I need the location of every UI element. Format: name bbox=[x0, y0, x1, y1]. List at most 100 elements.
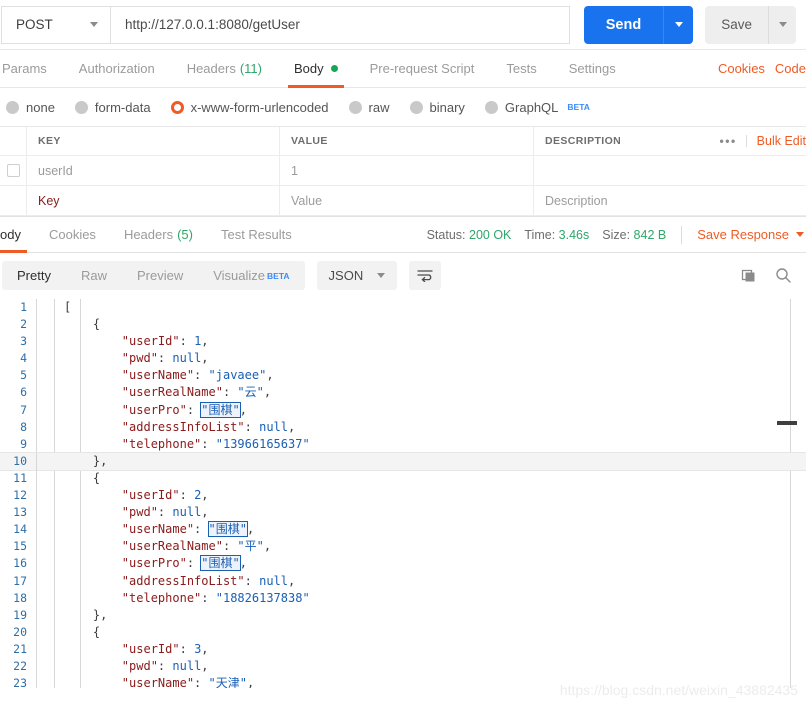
search-button[interactable] bbox=[775, 267, 792, 284]
url-input[interactable]: http://127.0.0.1:8080/getUser bbox=[111, 5, 570, 44]
code-line[interactable]: 7 "userPro": "围棋", bbox=[0, 401, 806, 419]
fold-gutter[interactable] bbox=[36, 538, 54, 556]
code-line[interactable]: 5 "userName": "javaee", bbox=[0, 367, 806, 385]
format-tab-preview[interactable]: Preview bbox=[122, 261, 198, 290]
code-line[interactable]: 6 "userRealName": "云", bbox=[0, 384, 806, 402]
code-line[interactable]: 1[ bbox=[0, 299, 806, 317]
row-value-input[interactable]: Value bbox=[280, 186, 534, 215]
code-line[interactable]: 4 "pwd": null, bbox=[0, 350, 806, 368]
divider bbox=[681, 225, 683, 244]
body-type-raw[interactable]: raw bbox=[348, 100, 390, 115]
body-type-none[interactable]: none bbox=[6, 100, 55, 115]
body-type-form-data[interactable]: form-data bbox=[74, 100, 151, 115]
response-tab-test-results[interactable]: Test Results bbox=[207, 217, 306, 252]
fold-gutter[interactable] bbox=[36, 555, 54, 573]
response-tab-headers[interactable]: Headers (5) bbox=[110, 217, 207, 252]
tab-pre-request-script[interactable]: Pre-request Script bbox=[354, 50, 491, 87]
fold-gutter[interactable] bbox=[36, 350, 54, 368]
fold-gutter[interactable] bbox=[36, 435, 54, 453]
code-line[interactable]: 11 { bbox=[0, 469, 806, 488]
format-tab-raw[interactable]: Raw bbox=[66, 261, 122, 290]
code-line[interactable]: 8 "addressInfoList": null, bbox=[0, 418, 806, 436]
code-line[interactable]: 15 "userRealName": "平", bbox=[0, 538, 806, 556]
radio-selected-icon bbox=[170, 100, 184, 114]
fold-gutter[interactable] bbox=[36, 589, 54, 607]
code-line[interactable]: 14 "userName": "围棋", bbox=[0, 521, 806, 539]
fold-gutter[interactable] bbox=[36, 299, 54, 317]
fold-gutter[interactable] bbox=[36, 418, 54, 436]
row-key-input[interactable]: userId bbox=[27, 156, 280, 185]
fold-gutter[interactable] bbox=[36, 333, 54, 351]
format-tab-pretty[interactable]: Pretty bbox=[2, 261, 66, 290]
tab-params[interactable]: Params bbox=[0, 50, 63, 87]
fold-gutter[interactable] bbox=[36, 367, 54, 385]
fold-gutter[interactable] bbox=[36, 657, 54, 676]
vertical-scrollbar-thumb[interactable] bbox=[777, 421, 797, 425]
code-line[interactable]: 3 "userId": 1, bbox=[0, 333, 806, 351]
row-key-input[interactable]: Key bbox=[27, 186, 280, 215]
row-description-input[interactable]: Description bbox=[534, 186, 806, 215]
row-description-input[interactable] bbox=[534, 156, 806, 185]
code-line[interactable]: 2 { bbox=[0, 316, 806, 334]
code-line[interactable]: 23 "userName": "天津", bbox=[0, 675, 806, 688]
tab-tests[interactable]: Tests bbox=[490, 50, 552, 87]
body-type-graphql[interactable]: GraphQL BETA bbox=[484, 100, 590, 115]
code-line[interactable]: 19 }, bbox=[0, 606, 806, 624]
fold-gutter[interactable] bbox=[36, 401, 54, 419]
body-type-x-www-form-urlencoded[interactable]: x-www-form-urlencoded bbox=[170, 100, 329, 115]
fold-gutter[interactable] bbox=[36, 572, 54, 590]
table-row-placeholder[interactable]: Key Value Description bbox=[0, 186, 806, 216]
fold-gutter[interactable] bbox=[36, 640, 54, 658]
cookies-link[interactable]: Cookies bbox=[718, 61, 765, 76]
body-type-binary[interactable]: binary bbox=[409, 100, 465, 115]
row-value-input[interactable]: 1 bbox=[280, 156, 534, 185]
code-line[interactable]: 21 "userId": 3, bbox=[0, 640, 806, 658]
fold-gutter[interactable] bbox=[36, 316, 54, 334]
format-tab-group: Pretty Raw Preview Visualize BETA bbox=[2, 261, 305, 290]
row-checkbox-cell[interactable] bbox=[0, 156, 27, 185]
code-line[interactable]: 17 "addressInfoList": null, bbox=[0, 572, 806, 590]
code-line[interactable]: 13 "pwd": null, bbox=[0, 504, 806, 522]
tab-headers[interactable]: Headers (11) bbox=[171, 50, 278, 87]
more-options-icon[interactable]: ••• bbox=[711, 135, 747, 147]
code-line[interactable]: 18 "telephone": "18826137838" bbox=[0, 589, 806, 607]
fold-gutter[interactable] bbox=[36, 675, 54, 688]
fold-gutter[interactable] bbox=[36, 469, 54, 488]
tab-settings[interactable]: Settings bbox=[553, 50, 632, 87]
code-line[interactable]: 16 "userPro": "围棋", bbox=[0, 555, 806, 573]
table-row[interactable]: userId 1 bbox=[0, 156, 806, 186]
response-tab-body[interactable]: ody bbox=[0, 217, 35, 253]
fold-gutter[interactable] bbox=[36, 521, 54, 539]
fold-gutter[interactable] bbox=[36, 452, 54, 470]
time-value: 3.46s bbox=[558, 227, 590, 242]
format-tab-visualize[interactable]: Visualize BETA bbox=[198, 261, 304, 290]
response-tab-cookies[interactable]: Cookies bbox=[35, 217, 110, 252]
code-line[interactable]: 22 "pwd": null, bbox=[0, 657, 806, 676]
response-body-code-viewer[interactable]: 1[2 {3 "userId": 1, 4 "pwd": null, 5 "user… bbox=[0, 298, 806, 688]
code-line[interactable]: 12 "userId": 2, bbox=[0, 487, 806, 505]
fold-gutter[interactable] bbox=[36, 504, 54, 522]
header-description-label: DESCRIPTION bbox=[545, 135, 622, 147]
bulk-edit-button[interactable]: Bulk Edit bbox=[747, 134, 806, 148]
copy-button[interactable] bbox=[741, 268, 757, 284]
fold-gutter[interactable] bbox=[36, 384, 54, 402]
save-options-button[interactable] bbox=[768, 5, 796, 44]
checkbox-icon[interactable] bbox=[6, 164, 20, 177]
tab-authorization[interactable]: Authorization bbox=[63, 50, 171, 87]
language-select[interactable]: JSON bbox=[316, 261, 398, 290]
http-method-select[interactable]: POST bbox=[1, 5, 111, 44]
save-response-button[interactable]: Save Response bbox=[697, 227, 806, 242]
tab-label: Headers bbox=[123, 227, 174, 242]
send-button[interactable]: Send bbox=[583, 5, 664, 44]
code-line[interactable]: 20 { bbox=[0, 623, 806, 641]
fold-gutter[interactable] bbox=[36, 606, 54, 624]
fold-gutter[interactable] bbox=[36, 487, 54, 505]
code-line[interactable]: 9 "telephone": "13966165637" bbox=[0, 435, 806, 453]
save-button[interactable]: Save bbox=[705, 6, 768, 44]
wrap-lines-button[interactable] bbox=[409, 261, 442, 290]
code-link[interactable]: Code bbox=[775, 61, 806, 76]
code-line[interactable]: 10 }, bbox=[0, 452, 806, 470]
tab-body[interactable]: Body bbox=[278, 50, 354, 88]
fold-gutter[interactable] bbox=[36, 623, 54, 641]
send-options-button[interactable] bbox=[663, 5, 694, 44]
